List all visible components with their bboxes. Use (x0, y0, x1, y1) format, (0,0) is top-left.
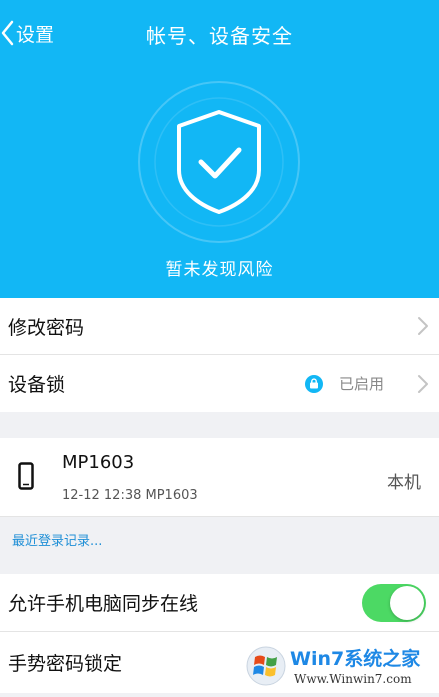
change-password-row[interactable]: 修改密码 (0, 298, 439, 354)
watermark-url: Www.Winwin7.com (294, 672, 412, 686)
gesture-lock-label: 手势密码锁定 (8, 653, 123, 675)
phone-icon (18, 462, 34, 490)
chevron-right-icon (418, 374, 428, 393)
device-card[interactable] (0, 438, 439, 516)
sync-online-label: 允许手机电脑同步在线 (8, 593, 199, 615)
windows-logo-icon (246, 646, 286, 686)
sync-online-toggle[interactable] (362, 584, 426, 622)
divider (0, 516, 439, 517)
shield-icon (135, 78, 303, 246)
watermark-brand: Win7系统之家 (290, 648, 421, 670)
device-name: MP1603 (62, 452, 135, 473)
chevron-right-icon (418, 317, 428, 335)
change-password-label: 修改密码 (8, 316, 85, 339)
device-lock-status: 已启用 (339, 375, 385, 393)
recent-login-link[interactable]: 最近登录记录... (12, 530, 102, 549)
watermark-logo: Win7系统之家 Www.Winwin7.com (242, 640, 439, 693)
security-header-panel: 设置 帐号、设备安全 暂未发现风险 (0, 0, 439, 298)
security-status-text: 暂未发现风险 (165, 260, 274, 280)
device-lock-label: 设备锁 (8, 374, 66, 396)
device-lock-row[interactable]: 设备锁 已启用 (0, 355, 439, 412)
toggle-knob (390, 586, 424, 620)
device-last-login: 12-12 12:38 MP1603 (62, 488, 198, 503)
this-device-label: 本机 (387, 473, 421, 493)
lock-icon (305, 374, 323, 393)
page-title: 帐号、设备安全 (146, 24, 293, 48)
